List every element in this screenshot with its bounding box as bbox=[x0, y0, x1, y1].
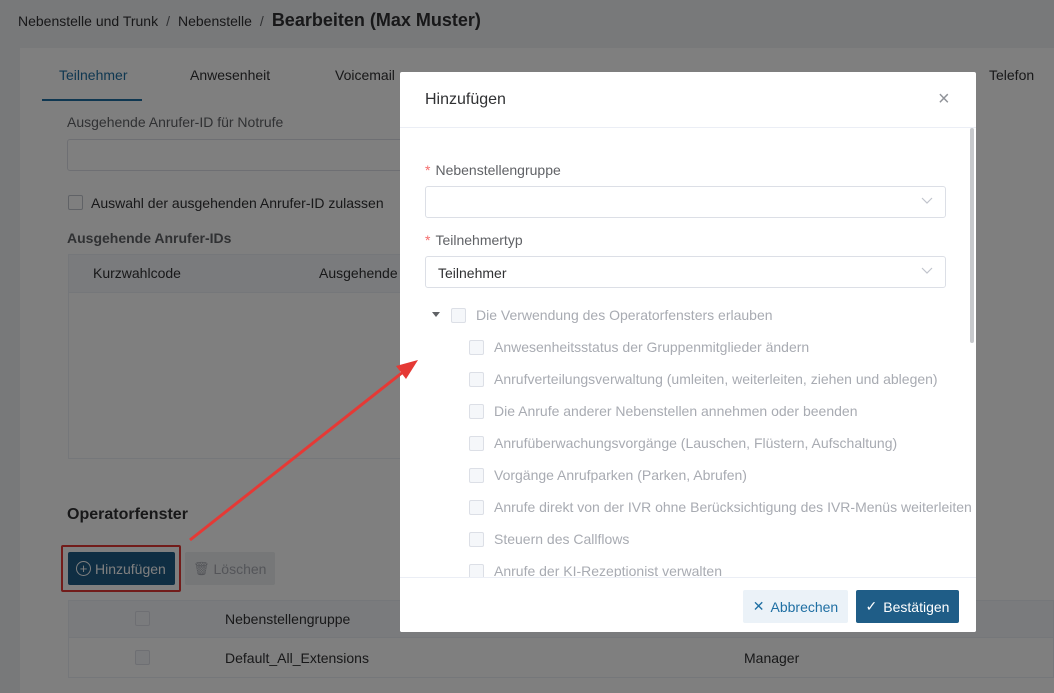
type-field-label: * Teilnehmertyp bbox=[425, 232, 523, 248]
permission-item[interactable]: Vorgänge Anrufparken (Parken, Abrufen) bbox=[469, 467, 747, 483]
required-marker: * bbox=[425, 162, 431, 178]
permission-checkbox[interactable] bbox=[469, 499, 484, 515]
check-icon: ✓ bbox=[865, 598, 878, 614]
permission-label: Anwesenheitsstatus der Gruppenmitglieder… bbox=[494, 339, 810, 355]
permission-item[interactable]: Anrufe direkt von der IVR ohne Berücksic… bbox=[469, 499, 972, 515]
cancel-label: Abbrechen bbox=[770, 598, 839, 615]
permission-label: Anrufverteilungsverwaltung (umleiten, we… bbox=[494, 371, 938, 387]
permission-label: Anrufüberwachungsvorgänge (Lauschen, Flü… bbox=[494, 435, 898, 451]
permission-checkbox[interactable] bbox=[451, 307, 466, 323]
permission-label: Vorgänge Anrufparken (Parken, Abrufen) bbox=[494, 467, 747, 483]
permission-label: Steuern des Callflows bbox=[494, 531, 630, 547]
dialog-footer: ✕ Abbrechen ✓ Bestätigen bbox=[400, 577, 976, 632]
type-label-text: Teilnehmertyp bbox=[435, 232, 523, 248]
permission-checkbox[interactable] bbox=[469, 403, 484, 419]
confirm-button[interactable]: ✓ Bestätigen bbox=[856, 590, 959, 623]
type-select-value: Teilnehmer bbox=[438, 265, 507, 281]
chevron-down-icon bbox=[921, 197, 933, 204]
chevron-down-icon bbox=[921, 267, 933, 274]
permission-checkbox[interactable] bbox=[469, 339, 484, 355]
permission-item[interactable]: Die Anrufe anderer Nebenstellen annehmen… bbox=[469, 403, 858, 419]
expand-caret-icon[interactable] bbox=[432, 312, 440, 317]
confirm-label: Bestätigen bbox=[883, 598, 950, 615]
permission-item[interactable]: Anrufverteilungsverwaltung (umleiten, we… bbox=[469, 371, 938, 387]
dialog-scrollbar[interactable] bbox=[970, 128, 974, 343]
close-icon[interactable]: × bbox=[938, 89, 950, 109]
type-select[interactable]: Teilnehmer bbox=[425, 256, 946, 288]
permission-label: Anrufe direkt von der IVR ohne Berücksic… bbox=[494, 499, 972, 515]
permission-item[interactable]: Steuern des Callflows bbox=[469, 531, 629, 547]
close-icon: ✕ bbox=[752, 598, 765, 614]
add-dialog: Hinzufügen × * Nebenstellengruppe * Teilne… bbox=[400, 72, 976, 632]
permission-parent[interactable]: Die Verwendung des Operatorfensters erla… bbox=[451, 307, 773, 323]
required-marker: * bbox=[425, 232, 431, 248]
permission-checkbox[interactable] bbox=[469, 531, 484, 547]
group-select[interactable] bbox=[425, 186, 946, 218]
permission-label: Die Anrufe anderer Nebenstellen annehmen… bbox=[494, 403, 858, 419]
dialog-title: Hinzufügen bbox=[425, 91, 506, 108]
permission-item[interactable]: Anrufüberwachungsvorgänge (Lauschen, Flü… bbox=[469, 435, 897, 451]
group-field-label: * Nebenstellengruppe bbox=[425, 162, 561, 178]
dialog-header: Hinzufügen × bbox=[400, 72, 976, 128]
permission-checkbox[interactable] bbox=[469, 467, 484, 483]
cancel-button[interactable]: ✕ Abbrechen bbox=[743, 590, 848, 623]
permission-parent-label: Die Verwendung des Operatorfensters erla… bbox=[476, 307, 773, 323]
permission-checkbox[interactable] bbox=[469, 435, 484, 451]
group-label-text: Nebenstellengruppe bbox=[435, 162, 561, 178]
permission-item[interactable]: Anwesenheitsstatus der Gruppenmitglieder… bbox=[469, 339, 809, 355]
permission-checkbox[interactable] bbox=[469, 371, 484, 387]
